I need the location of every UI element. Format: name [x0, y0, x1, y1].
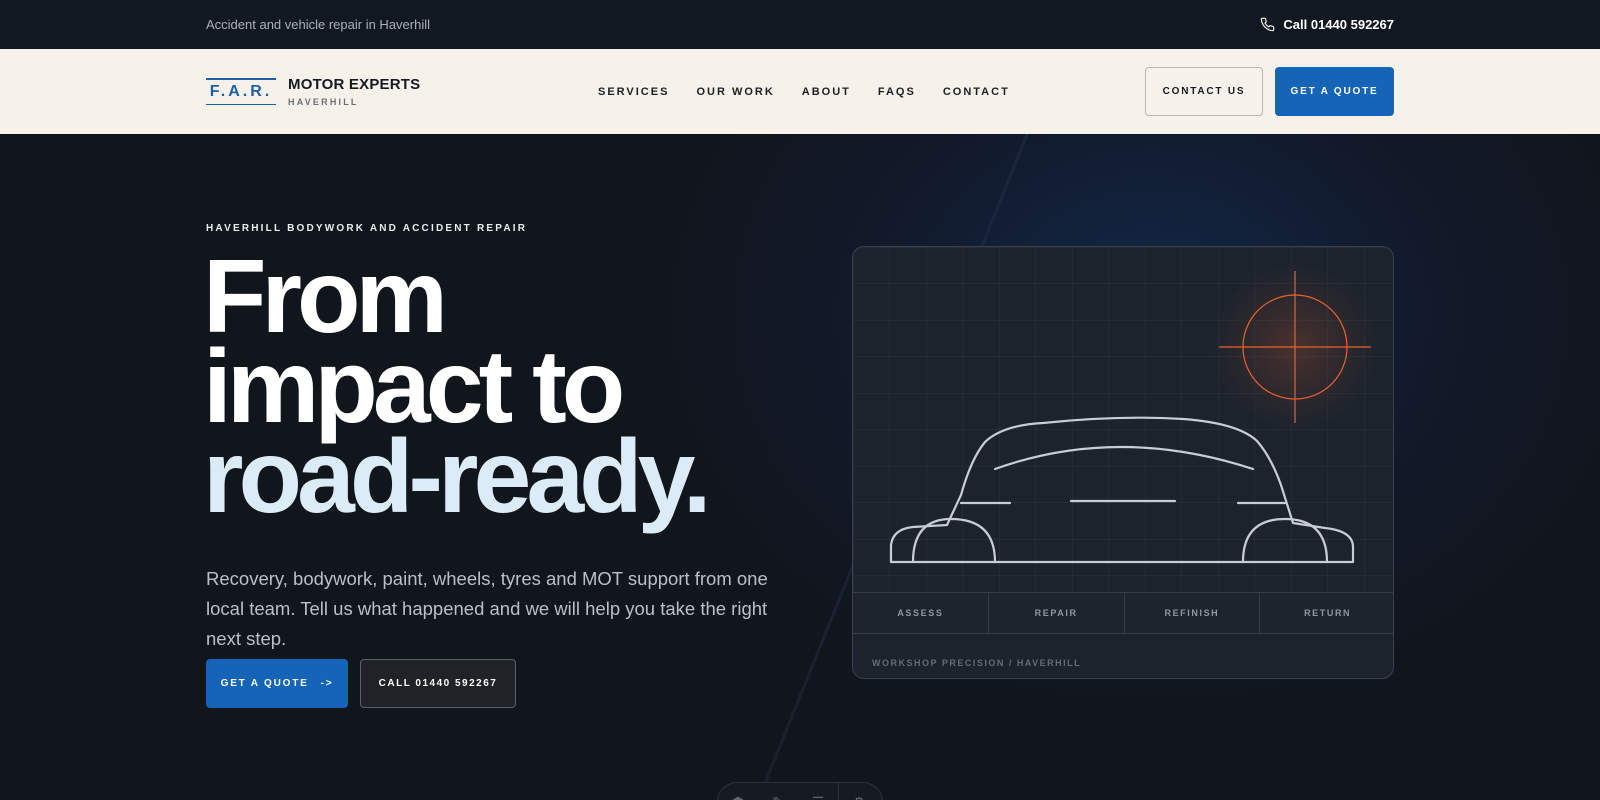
nav-item-our-work[interactable]: OUR WORK — [696, 86, 774, 98]
toolbar-icon-2[interactable]: ✎ — [758, 794, 798, 800]
top-bar-phone-link[interactable]: Call 01440 592267 — [1260, 17, 1394, 32]
hero-get-quote-label: GET A QUOTE — [220, 678, 309, 689]
hero-headline-line-3: road-ready. — [203, 419, 712, 535]
nav-actions: CONTACT US GET A QUOTE — [1145, 67, 1394, 116]
step-refinish: REFINISH — [1125, 593, 1261, 633]
step-repair: REPAIR — [989, 593, 1125, 633]
logo-rule-bottom — [206, 103, 276, 105]
nav-item-faqs[interactable]: FAQS — [878, 86, 916, 98]
hero-get-quote-button[interactable]: GET A QUOTE -> — [206, 659, 348, 708]
hero-headline: From impact to road-ready. — [203, 245, 712, 535]
nav-item-contact[interactable]: CONTACT — [943, 86, 1010, 98]
hero-kicker: HAVERHILL BODYWORK AND ACCIDENT REPAIR — [206, 223, 528, 234]
logo-location: HAVERHILL — [288, 97, 359, 107]
hero-lede: Recovery, bodywork, paint, wheels, tyres… — [206, 568, 768, 649]
top-bar-phone-label: Call 01440 592267 — [1283, 17, 1394, 32]
top-bar-tagline: Accident and vehicle repair in Haverhill — [206, 17, 431, 32]
top-bar: Accident and vehicle repair in Haverhill… — [0, 0, 1600, 49]
logo-mark: F.A.R. — [206, 78, 276, 105]
nav-item-services[interactable]: SERVICES — [598, 86, 669, 98]
step-assess: ASSESS — [853, 593, 989, 633]
hero-actions: GET A QUOTE -> CALL 01440 592267 — [206, 659, 516, 708]
nav-item-about[interactable]: ABOUT — [802, 86, 851, 98]
main-navigation: F.A.R. MOTOR EXPERTS HAVERHILL SERVICES … — [0, 49, 1600, 134]
phone-icon — [1261, 17, 1275, 32]
toolbar-icon-3[interactable]: ☰ — [798, 794, 838, 800]
site-logo[interactable]: F.A.R. MOTOR EXPERTS HAVERHILL — [206, 76, 606, 107]
hero-call-button[interactable]: CALL 01440 592267 — [360, 659, 516, 708]
crosshair-icon — [1213, 265, 1377, 429]
logo-name: MOTOR EXPERTS — [288, 76, 421, 93]
logo-mark-letters: F.A.R. — [209, 82, 273, 100]
scroll-toolbar: ⬢ ✎ ☰ ⚙ — [717, 782, 883, 800]
gear-icon[interactable]: ⚙ — [839, 794, 879, 800]
logo-text: MOTOR EXPERTS HAVERHILL — [288, 76, 420, 107]
process-steps: ASSESS REPAIR REFINISH RETURN — [853, 592, 1393, 634]
hero-section: HAVERHILL BODYWORK AND ACCIDENT REPAIR F… — [0, 134, 1600, 800]
car-outline-icon — [853, 247, 1393, 592]
toolbar-icon-1[interactable]: ⬢ — [718, 794, 758, 800]
contact-us-button[interactable]: CONTACT US — [1145, 67, 1263, 116]
card-footer: WORKSHOP PRECISION / HAVERHILL — [872, 658, 1082, 668]
nav-menu: SERVICES OUR WORK ABOUT FAQS CONTACT — [598, 86, 1010, 98]
step-return: RETURN — [1304, 608, 1352, 618]
workshop-card: ASSESS REPAIR REFINISH RETURN WORKSHOP P… — [852, 246, 1394, 679]
nav-get-quote-button[interactable]: GET A QUOTE — [1275, 67, 1394, 116]
arrow-right-icon: -> — [320, 678, 334, 689]
